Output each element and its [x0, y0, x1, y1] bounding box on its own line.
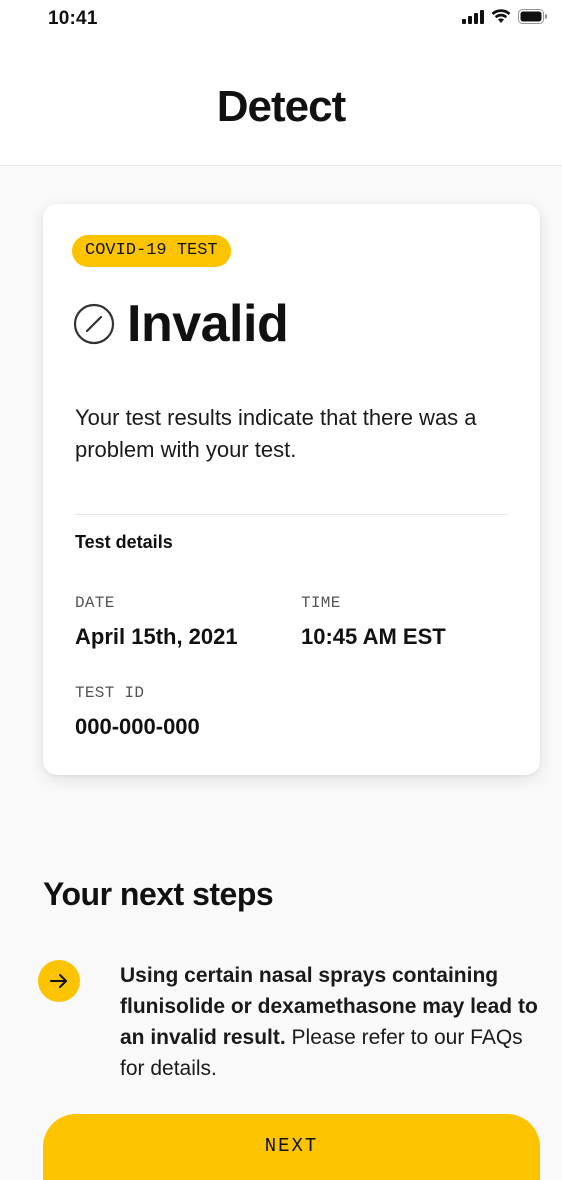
arrow-right-icon	[38, 960, 80, 1002]
divider	[75, 514, 507, 515]
next-button[interactable]: NEXT	[43, 1114, 540, 1180]
battery-icon	[518, 9, 547, 24]
app-header: Detect	[0, 40, 562, 166]
result-card: COVID-19 TEST Invalid Your test results …	[43, 204, 540, 775]
test-id-value: 000-000-000	[75, 714, 200, 739]
status-icons	[462, 9, 548, 24]
time-label: TIME	[301, 594, 341, 612]
time-value: 10:45 AM EST	[301, 624, 446, 649]
test-id-label: TEST ID	[75, 684, 145, 702]
invalid-slash-circle-icon	[73, 303, 115, 345]
app-title: Detect	[216, 82, 347, 131]
status-bar: 10:41	[0, 0, 562, 40]
cellular-signal-icon	[462, 9, 484, 24]
status-time: 10:41	[48, 8, 98, 29]
test-type-badge: COVID-19 TEST	[72, 235, 231, 267]
next-steps-title: Your next steps	[43, 876, 274, 912]
result-description: Your test results indicate that there wa…	[75, 405, 477, 462]
result-label: Invalid	[127, 295, 289, 353]
date-value: April 15th, 2021	[75, 624, 238, 649]
result-status: Invalid	[73, 294, 289, 354]
next-step-item: Using certain nasal sprays containing fl…	[120, 960, 540, 1084]
wifi-icon	[491, 9, 511, 23]
test-details-heading: Test details	[75, 532, 173, 552]
date-label: DATE	[75, 594, 115, 612]
